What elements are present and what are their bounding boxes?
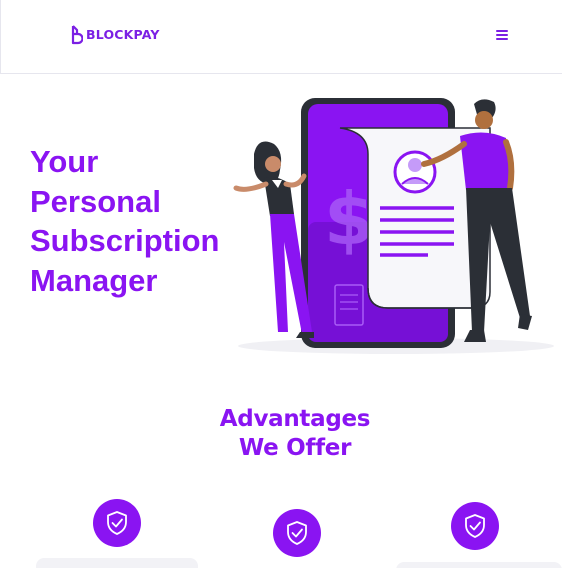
- brand-name: BLOCKPAY: [86, 27, 160, 42]
- advantage-badge-1: [93, 499, 141, 547]
- man-shoe: [464, 330, 486, 342]
- dollar-sign-icon: $: [324, 177, 374, 261]
- avatar-head: [408, 158, 422, 172]
- advantages-title-line: We Offer: [238, 435, 352, 461]
- shield-check-icon: [107, 511, 127, 535]
- hero-title-line: Personal: [30, 183, 161, 219]
- hero-title-line: Subscription: [30, 223, 220, 258]
- man-face: [475, 111, 493, 129]
- hamburger-menu-icon: [496, 30, 508, 32]
- hero-title-line: Your: [30, 144, 99, 179]
- advantage-badge-3: [451, 502, 499, 550]
- advantages-title-line: Advantages: [219, 406, 371, 432]
- blockpay-logo-icon: [71, 25, 83, 45]
- man-pants: [466, 188, 530, 332]
- advantage-card-3: [396, 562, 562, 568]
- site-header: BLOCKPAY: [0, 0, 562, 74]
- woman-shoe: [296, 332, 314, 338]
- hamburger-line: [496, 38, 508, 40]
- shield-check-icon: [465, 514, 485, 538]
- hero-illustration: $: [233, 98, 554, 354]
- menu-button[interactable]: [491, 26, 513, 44]
- man-shoe: [518, 314, 532, 330]
- hamburger-line: [496, 34, 508, 36]
- advantages-title: Advantages We Offer: [196, 405, 394, 463]
- advantage-badge-2: [273, 509, 321, 557]
- brand-logo[interactable]: BLOCKPAY: [71, 25, 160, 45]
- woman-face: [265, 156, 281, 172]
- woman-arm-left: [233, 181, 269, 192]
- hero-title: Your Personal Subscription Manager: [30, 142, 240, 300]
- shield-check-icon: [287, 521, 307, 545]
- woman-arm-right: [283, 173, 307, 188]
- hero-title-line: Manager: [30, 262, 158, 298]
- advantage-card-1: [36, 558, 198, 568]
